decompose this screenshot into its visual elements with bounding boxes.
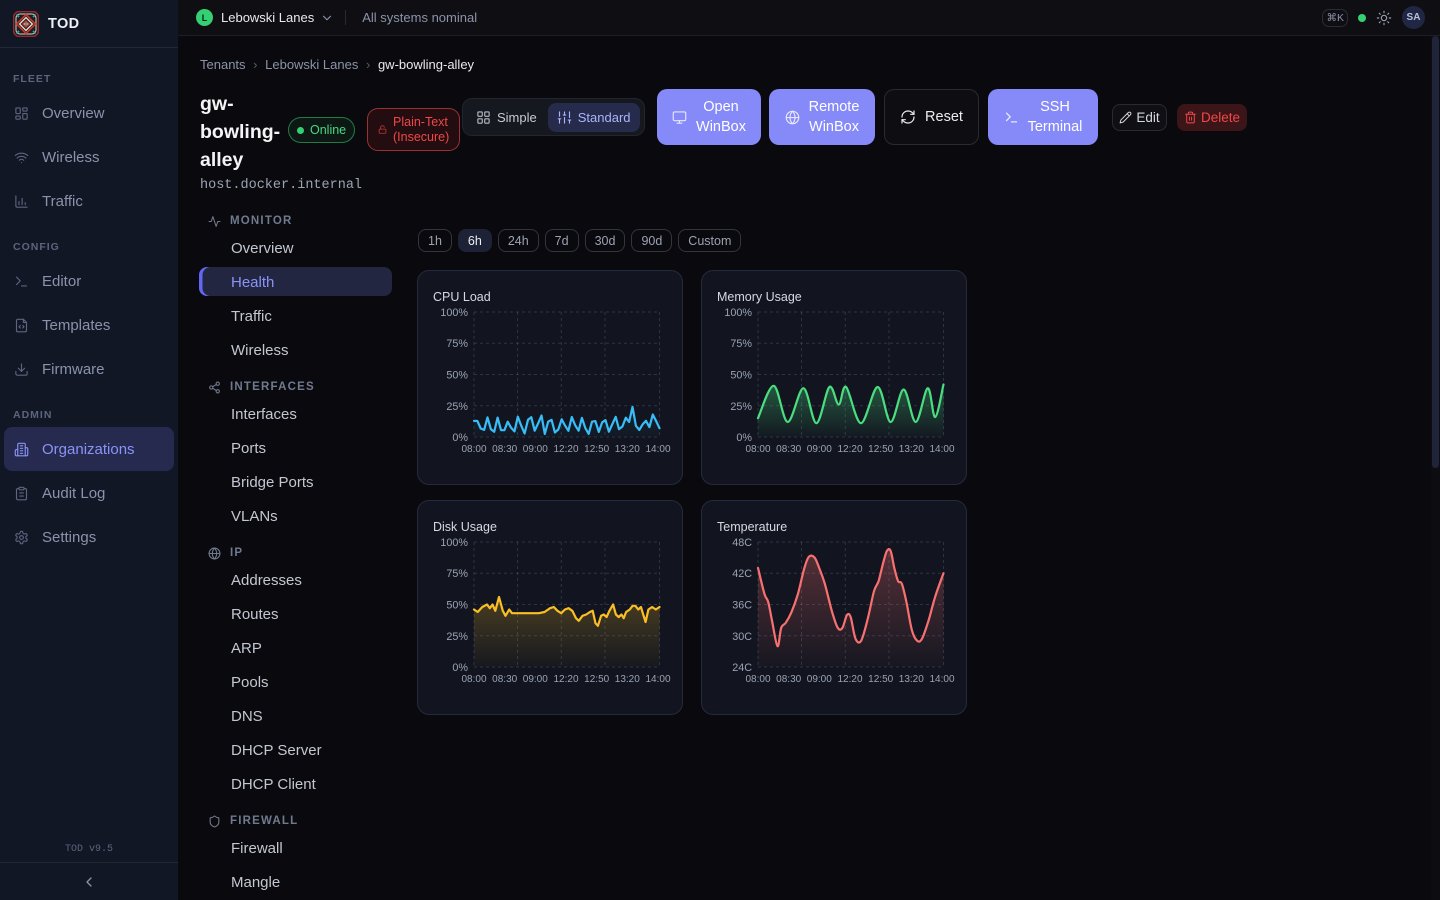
- svg-text:48C: 48C: [732, 537, 752, 549]
- svg-text:30C: 30C: [732, 631, 752, 643]
- svg-text:12:50: 12:50: [584, 444, 609, 455]
- svg-text:12:20: 12:20: [553, 444, 578, 455]
- svg-text:13:20: 13:20: [615, 674, 640, 685]
- svg-text:12:20: 12:20: [837, 674, 862, 685]
- svg-text:12:50: 12:50: [868, 674, 893, 685]
- svg-text:08:00: 08:00: [745, 674, 770, 685]
- svg-text:0%: 0%: [452, 432, 468, 444]
- svg-text:100%: 100%: [440, 537, 468, 549]
- svg-text:12:50: 12:50: [584, 674, 609, 685]
- svg-text:08:00: 08:00: [461, 674, 486, 685]
- svg-text:100%: 100%: [440, 307, 468, 319]
- svg-text:09:00: 09:00: [807, 674, 832, 685]
- svg-text:42C: 42C: [732, 568, 752, 580]
- svg-text:09:00: 09:00: [523, 444, 548, 455]
- svg-text:25%: 25%: [446, 401, 468, 413]
- svg-text:75%: 75%: [446, 338, 468, 350]
- svg-text:75%: 75%: [730, 338, 752, 350]
- svg-text:08:30: 08:30: [492, 444, 517, 455]
- svg-text:0%: 0%: [736, 432, 752, 444]
- svg-text:14:00: 14:00: [645, 444, 670, 455]
- svg-text:08:00: 08:00: [745, 444, 770, 455]
- svg-text:12:50: 12:50: [868, 444, 893, 455]
- svg-text:09:00: 09:00: [523, 674, 548, 685]
- svg-text:08:30: 08:30: [776, 674, 801, 685]
- svg-text:24C: 24C: [732, 662, 752, 674]
- svg-text:14:00: 14:00: [929, 674, 954, 685]
- svg-text:100%: 100%: [724, 307, 752, 319]
- svg-text:36C: 36C: [732, 600, 752, 612]
- svg-text:12:20: 12:20: [837, 444, 862, 455]
- svg-text:14:00: 14:00: [645, 674, 670, 685]
- svg-text:50%: 50%: [446, 370, 468, 382]
- svg-text:75%: 75%: [446, 568, 468, 580]
- svg-text:08:30: 08:30: [776, 444, 801, 455]
- svg-text:13:20: 13:20: [899, 674, 924, 685]
- svg-text:25%: 25%: [730, 401, 752, 413]
- svg-text:25%: 25%: [446, 631, 468, 643]
- svg-text:08:30: 08:30: [492, 674, 517, 685]
- svg-text:13:20: 13:20: [899, 444, 924, 455]
- svg-text:0%: 0%: [452, 662, 468, 674]
- svg-text:50%: 50%: [446, 600, 468, 612]
- svg-text:09:00: 09:00: [807, 444, 832, 455]
- svg-text:14:00: 14:00: [929, 444, 954, 455]
- svg-text:12:20: 12:20: [553, 674, 578, 685]
- svg-text:08:00: 08:00: [461, 444, 486, 455]
- svg-text:13:20: 13:20: [615, 444, 640, 455]
- svg-text:50%: 50%: [730, 370, 752, 382]
